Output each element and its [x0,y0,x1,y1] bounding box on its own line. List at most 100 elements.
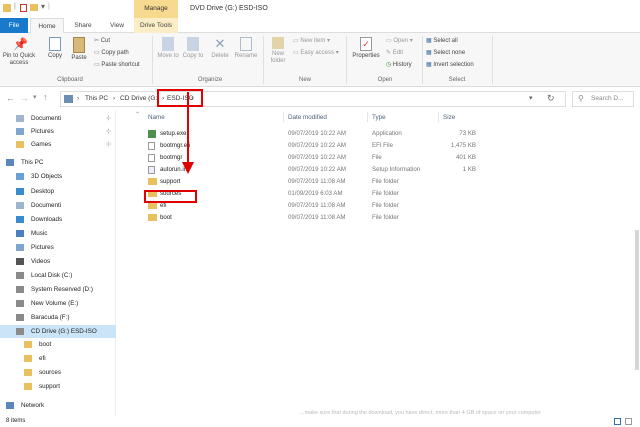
column-divider[interactable] [283,112,284,122]
select-none-button[interactable]: ▦ Select none [426,49,465,57]
pin-icon[interactable]: ⊹ [106,138,111,151]
up-arrow-icon[interactable]: ↑ [43,92,48,102]
edit-icon: ✎ [386,50,392,56]
scrollbar-thumb[interactable] [635,230,639,370]
vertical-scrollbar[interactable] [634,110,640,416]
edit-button[interactable]: ✎ Edit [386,49,403,57]
nav-item[interactable]: Network [0,399,116,412]
item-count: 8 items [6,418,26,424]
nav-item[interactable]: System Reserved (D:) [0,283,116,296]
nav-item[interactable]: CD Drive (G:) ESD-ISO [0,325,116,338]
tab-view[interactable]: View [102,18,132,33]
tab-file[interactable]: File [0,18,28,33]
pin-icon[interactable]: ⊹ [106,125,111,138]
column-divider[interactable] [438,112,439,122]
delete-button[interactable]: ✕ Delete [208,37,232,60]
forward-arrow-icon[interactable]: → [20,93,29,103]
breadcrumb-separator: › [77,95,80,102]
window-title: DVD Drive (G:) ESD-ISO [190,5,268,12]
breadcrumb-cd-drive[interactable]: CD Drive (G:) [120,95,160,102]
address-dropdown-chevron-icon[interactable]: ▾ [529,94,533,102]
history-button[interactable]: ◷ History [386,61,412,69]
column-header-size[interactable]: Size [443,114,455,121]
nav-item[interactable]: Pictures [0,241,116,254]
column-header-date[interactable]: Date modified [288,114,327,121]
pin-icon[interactable]: ⊹ [106,112,111,125]
breadcrumb-this-pc[interactable]: This PC [85,95,108,102]
nav-item[interactable]: Desktop [0,185,116,198]
folder-icon [16,141,24,148]
nav-item[interactable]: support [0,380,116,393]
back-arrow-icon[interactable]: ← [6,93,15,103]
file-date-modified: 09/07/2019 11:08 AM [288,214,346,221]
nav-item-label: Documenti [31,202,62,209]
tab-home[interactable]: Home [30,18,64,33]
properties-icon[interactable] [20,4,27,12]
nav-item[interactable]: boot [0,338,116,351]
nav-item[interactable]: New Volume (E:) [0,297,116,310]
new-folder-icon[interactable] [30,4,38,11]
new-folder-button[interactable]: New folder [266,37,290,65]
nav-item-label: 3D Objects [31,173,63,180]
column-header-type[interactable]: Type [372,114,386,121]
organize-group-label: Organize [197,77,223,83]
network-icon [6,402,14,409]
cut-button[interactable]: ✂ Cut [94,37,110,45]
music-icon [16,230,24,237]
nav-item-label: boot [39,341,52,348]
copy-to-button[interactable]: Copy to [181,37,205,60]
nav-item[interactable]: Downloads [0,213,116,226]
move-to-button[interactable]: Move to [156,37,180,60]
open-button[interactable]: ▭ Open ▾ [386,37,413,45]
file-row[interactable]: boot 09/07/2019 11:08 AM File folder [140,212,480,223]
tab-drive-tools[interactable]: Drive Tools [134,18,178,33]
recent-locations-chevron-icon[interactable]: ▾ [33,93,37,101]
nav-item-label: Games [31,141,52,148]
paste-shortcut-button[interactable]: ▭ Paste shortcut [94,61,140,69]
nav-item[interactable]: sources [0,366,116,379]
nav-item[interactable]: Videos [0,255,116,268]
drive-icon [16,272,24,279]
nav-item[interactable]: Baracuda (F:) [0,311,116,324]
nav-item[interactable]: Documenti ⊹ [0,112,116,125]
nav-item[interactable]: Pictures ⊹ [0,125,116,138]
videos-icon [16,258,24,265]
refresh-icon[interactable]: ↻ [547,93,555,104]
nav-item[interactable]: 3D Objects [0,170,116,183]
file-size: 401 KB [456,154,476,161]
downloads-icon [16,216,24,223]
move-to-icon [162,37,174,51]
nav-item[interactable]: Games ⊹ [0,138,116,151]
pin-to-quick-access-button[interactable]: 📌 Pin to Quick access [2,37,36,67]
nav-item[interactable]: Music [0,227,116,240]
easy-access-button[interactable]: ▭ Easy access ▾ [293,49,339,57]
nav-item-label: System Reserved (D:) [31,286,93,293]
file-name: support [160,178,181,185]
details-view-icon[interactable] [614,418,621,425]
column-header-name[interactable]: Name [148,114,165,121]
nav-item[interactable]: efi [0,352,116,365]
select-all-button[interactable]: ▦ Select all [426,37,458,45]
properties-button[interactable]: ✓ Properties [350,37,382,60]
nav-item[interactable]: Local Disk (C:) [0,269,116,282]
rename-button[interactable]: Rename [233,37,259,60]
file-row[interactable]: support 09/07/2019 11:08 AM File folder [140,176,480,187]
tab-share[interactable]: Share [66,18,100,33]
chevron-down-icon[interactable]: ▾ [41,2,45,11]
column-divider[interactable] [367,112,368,122]
search-box[interactable]: ⚲ Search D... [572,91,634,107]
nav-item[interactable]: This PC [0,156,116,169]
paste-button[interactable]: Paste [68,37,90,62]
nav-item-label: Baracuda (F:) [31,314,70,321]
large-icons-view-icon[interactable] [625,418,632,425]
invert-selection-button[interactable]: ▦ Invert selection [426,61,474,69]
file-date-modified: 09/07/2019 10:22 AM [288,142,346,149]
breadcrumb-separator: › [113,95,116,102]
copy-button[interactable]: Copy [44,37,66,60]
new-folder-icon [272,37,284,49]
new-item-button[interactable]: ▭ New item ▾ [293,37,330,45]
nav-item[interactable]: Documenti [0,199,116,212]
address-bar[interactable]: › This PC › CD Drive (G:) › ESD-ISO › ▾ … [60,91,566,107]
copy-path-button[interactable]: ▭ Copy path [94,49,129,57]
manage-context-tab[interactable]: Manage [134,0,178,18]
